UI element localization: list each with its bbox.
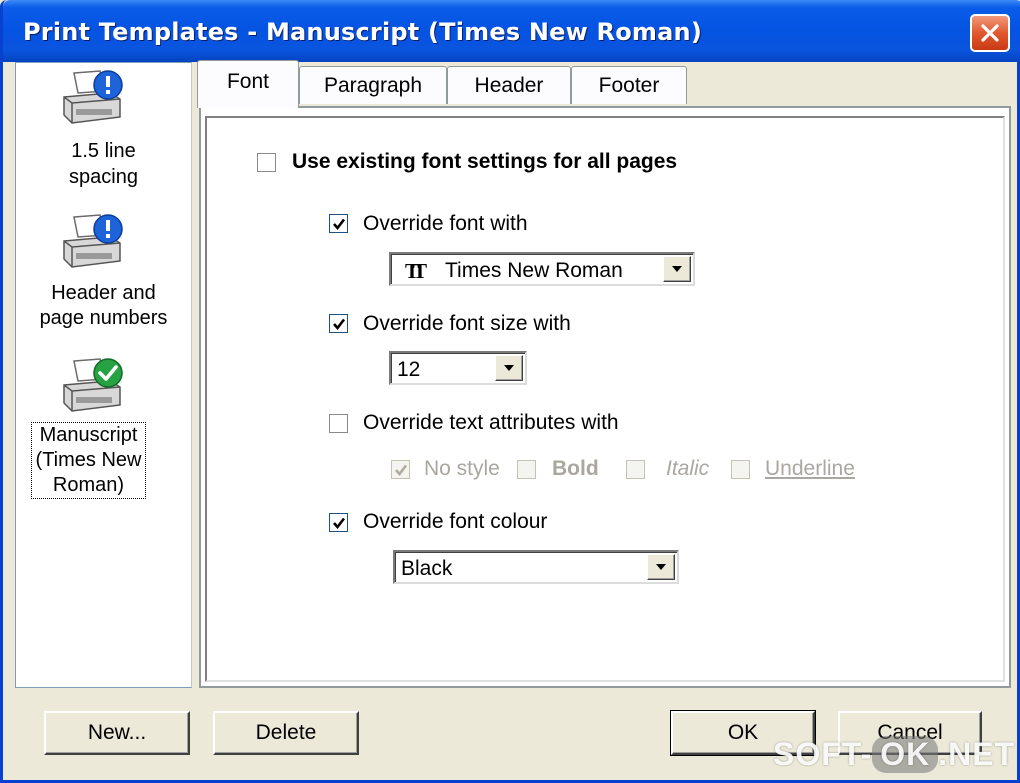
override-font-colour-label: Override font colour	[363, 510, 548, 533]
underline-label: Underline	[765, 457, 855, 480]
italic-label: Italic	[666, 457, 710, 480]
override-font-size-label: Override font size with	[363, 312, 571, 335]
close-button[interactable]	[970, 14, 1010, 52]
override-font-label: Override font with	[363, 212, 528, 235]
use-existing-font-checkbox[interactable]	[257, 153, 276, 172]
close-icon	[981, 24, 999, 42]
truetype-font-icon: TT	[405, 259, 427, 283]
no-style-checkbox[interactable]	[391, 460, 410, 479]
template-label-line-1: 1.5 line	[71, 140, 136, 162]
template-label-line-2: spacing	[69, 166, 138, 188]
watermark-pill: OK	[872, 736, 939, 773]
tab-paragraph[interactable]: Paragraph	[299, 66, 447, 104]
printer-info-icon	[63, 214, 123, 268]
template-item-header-and-page-numbers[interactable]: Header and page numbers	[16, 211, 191, 339]
printer-check-icon	[63, 358, 123, 412]
font-colour-value: Black	[401, 557, 453, 580]
new-template-button[interactable]: New...	[44, 711, 190, 755]
override-font-size-checkbox[interactable]	[329, 314, 348, 333]
chevron-down-icon	[504, 365, 514, 371]
template-item-1-5-line-spacing[interactable]: 1.5 line spacing	[16, 67, 191, 195]
template-label-line-1: Header and	[51, 282, 156, 304]
checkmark-icon	[333, 318, 346, 331]
underline-checkbox[interactable]	[731, 460, 750, 479]
template-label-selected: Manuscript (Times New Roman)	[31, 422, 146, 499]
template-label-line-3: Roman)	[52, 474, 125, 496]
checkmark-icon	[333, 218, 346, 231]
font-size-dropdown-button[interactable]	[495, 355, 523, 381]
checkmark-icon	[333, 517, 346, 530]
checkmark-icon	[395, 464, 408, 477]
use-existing-font-label: Use existing font settings for all pages	[292, 150, 678, 173]
font-options-group	[205, 116, 1005, 682]
title-bar[interactable]: Print Templates - Manuscript (Times New …	[3, 0, 1020, 62]
chevron-down-icon	[656, 564, 666, 570]
template-item-manuscript[interactable]: Manuscript (Times New Roman)	[16, 355, 191, 505]
chevron-down-icon	[672, 266, 682, 272]
font-name-value: Times New Roman	[445, 259, 623, 282]
font-name-select[interactable]: TT Times New Roman	[389, 252, 695, 286]
font-tab-panel	[199, 106, 1011, 688]
override-font-checkbox[interactable]	[329, 214, 348, 233]
printer-info-icon	[63, 70, 123, 124]
font-name-dropdown-button[interactable]	[663, 256, 691, 282]
delete-template-button[interactable]: Delete	[213, 711, 359, 755]
italic-checkbox[interactable]	[626, 460, 645, 479]
tab-font[interactable]: Font	[197, 60, 299, 108]
bold-checkbox[interactable]	[517, 460, 536, 479]
override-attributes-label: Override text attributes with	[363, 411, 619, 434]
bold-label: Bold	[552, 457, 599, 480]
tab-footer[interactable]: Footer	[571, 66, 687, 104]
template-list[interactable]: 1.5 line spacing Header and page numbers	[15, 62, 192, 688]
override-attributes-checkbox[interactable]	[329, 414, 348, 433]
template-label-line-2: (Times New	[35, 449, 142, 471]
tab-header[interactable]: Header	[447, 66, 571, 104]
watermark-text-right: .NET	[938, 736, 1016, 772]
print-templates-dialog: Print Templates - Manuscript (Times New …	[0, 0, 1020, 783]
watermark-text-left: SOFT-	[773, 736, 873, 772]
watermark: SOFT- OK .NET	[773, 736, 1015, 773]
font-colour-dropdown-button[interactable]	[647, 554, 675, 580]
no-style-label: No style	[424, 457, 500, 480]
template-label-line-2: page numbers	[39, 307, 168, 329]
font-colour-select[interactable]: Black	[393, 550, 679, 584]
font-size-select[interactable]: 12	[389, 351, 527, 385]
override-font-colour-checkbox[interactable]	[329, 513, 348, 532]
window-title: Print Templates - Manuscript (Times New …	[23, 18, 702, 46]
template-label-line-1: Manuscript	[39, 424, 138, 446]
font-size-value: 12	[397, 358, 421, 381]
